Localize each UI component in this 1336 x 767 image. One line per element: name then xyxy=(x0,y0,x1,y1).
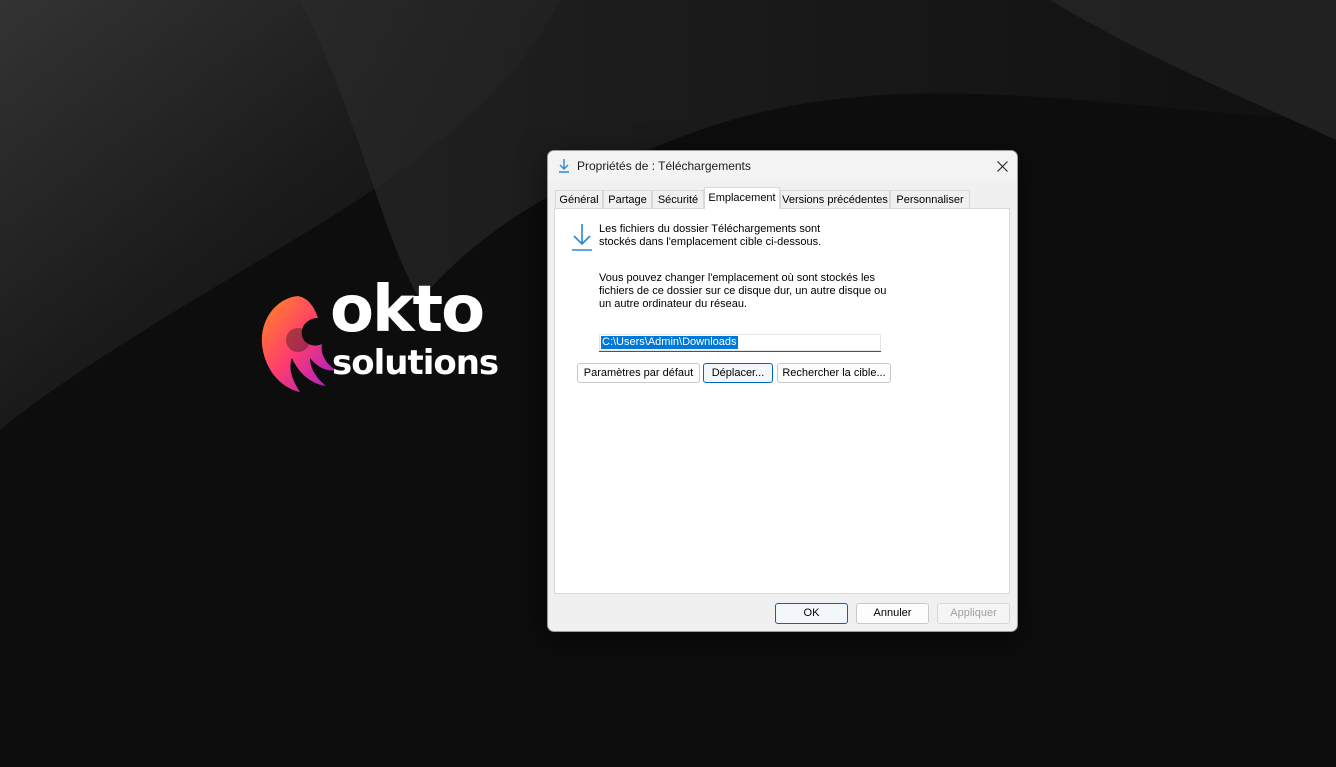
close-button[interactable] xyxy=(987,151,1017,181)
tab-customize[interactable]: Personnaliser xyxy=(890,190,970,208)
tab-security[interactable]: Sécurité xyxy=(652,190,704,208)
apply-button[interactable]: Appliquer xyxy=(937,603,1010,624)
download-icon xyxy=(559,159,569,173)
dialog-title: Propriétés de : Téléchargements xyxy=(577,159,751,173)
brand-word-solutions: solutions xyxy=(332,343,499,383)
okto-logo: okto solutions xyxy=(258,278,528,398)
download-folder-icon xyxy=(572,224,592,251)
location-info-text: Les fichiers du dossier Téléchargements … xyxy=(599,223,822,248)
tab-general[interactable]: Général xyxy=(555,190,603,208)
location-path-input[interactable]: C:\Users\Admin\Downloads xyxy=(599,334,881,352)
tab-previous-versions[interactable]: Versions précédentes xyxy=(780,190,890,208)
move-button[interactable]: Déplacer... xyxy=(703,363,773,383)
find-target-button[interactable]: Rechercher la cible... xyxy=(777,363,891,383)
brand-word-okto: okto xyxy=(330,273,485,347)
desktop-background: okto solutions Propriétés de : Télécharg… xyxy=(0,0,1336,767)
tab-strip: Général Partage Sécurité Emplacement Ver… xyxy=(555,187,1010,209)
dialog-titlebar: Propriétés de : Téléchargements xyxy=(548,151,1017,181)
properties-dialog: Propriétés de : Téléchargements Général … xyxy=(547,150,1018,632)
cancel-button[interactable]: Annuler xyxy=(856,603,929,624)
location-path-value: C:\Users\Admin\Downloads xyxy=(601,336,738,349)
okto-flame-logo xyxy=(261,296,336,392)
tab-location[interactable]: Emplacement xyxy=(704,187,780,209)
tab-sharing[interactable]: Partage xyxy=(603,190,652,208)
restore-default-button[interactable]: Paramètres par défaut xyxy=(577,363,700,383)
location-description: Vous pouvez changer l'emplacement où son… xyxy=(599,272,887,310)
close-icon xyxy=(996,160,1008,172)
location-tab-panel: Les fichiers du dossier Téléchargements … xyxy=(554,208,1010,594)
ok-button[interactable]: OK xyxy=(775,603,848,624)
